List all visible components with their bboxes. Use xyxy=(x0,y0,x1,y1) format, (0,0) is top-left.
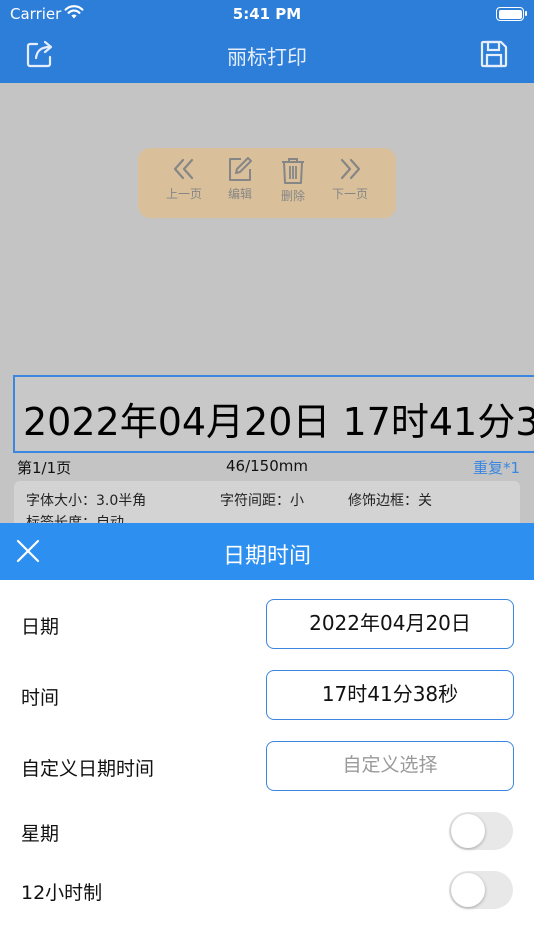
label-preview[interactable]: 2022年04月20日 17时41分38秒 xyxy=(13,375,534,453)
custom-datetime-field[interactable]: 自定义选择 xyxy=(266,741,514,791)
toggle-knob xyxy=(451,814,485,848)
status-time: 5:41 PM xyxy=(232,5,302,23)
sheet-title: 日期时间 xyxy=(222,544,311,569)
delete-label: 删除 xyxy=(280,189,305,203)
double-chevron-right-icon xyxy=(340,158,361,180)
sheet-header: 日期时间 xyxy=(0,523,534,580)
hour12-label: 12小时制 xyxy=(21,882,103,904)
page-title: 丽标打印 xyxy=(227,45,307,69)
battery-icon xyxy=(496,7,527,21)
trash-icon xyxy=(282,158,304,184)
repeat-count[interactable]: 重复*1 xyxy=(473,457,520,478)
char-spacing-prop: 字符间距：小 xyxy=(220,493,304,509)
hour12-toggle[interactable] xyxy=(449,871,513,909)
label-size: 46/150mm xyxy=(226,457,308,475)
label-canvas[interactable]: 上一页 编辑 删除 下一页 2022年04月20日 17时41分38秒 xyxy=(0,83,534,541)
page-indicator: 第1/1页 xyxy=(17,459,72,477)
edit-toolbox: 上一页 编辑 删除 下一页 xyxy=(138,148,396,218)
prev-page-button[interactable]: 上一页 xyxy=(154,156,214,212)
edit-label: 编辑 xyxy=(227,187,252,201)
status-bar: Carrier 5:41 PM xyxy=(0,0,534,28)
date-field[interactable]: 2022年04月20日 xyxy=(266,599,514,649)
next-page-label: 下一页 xyxy=(331,187,368,201)
toggle-knob xyxy=(451,873,485,907)
date-label: 日期 xyxy=(21,616,60,638)
top-bar: Carrier 5:41 PM 丽标打印 xyxy=(0,0,534,83)
border-prop: 修饰边框：关 xyxy=(348,493,432,509)
delete-button[interactable]: 删除 xyxy=(263,156,323,212)
label-text: 2022年04月20日 17时41分38秒 xyxy=(23,400,534,444)
custom-datetime-label: 自定义日期时间 xyxy=(21,758,155,780)
edit-button[interactable]: 编辑 xyxy=(210,156,270,212)
double-chevron-left-icon xyxy=(173,158,194,180)
font-size-prop: 字体大小：3.0半角 xyxy=(26,493,147,509)
next-page-button[interactable]: 下一页 xyxy=(320,156,380,212)
time-label: 时间 xyxy=(21,687,60,709)
datetime-sheet: 日期时间 日期 2022年04月20日 时间 17时41分38秒 自定义日期时间… xyxy=(0,523,534,950)
prev-page-label: 上一页 xyxy=(165,187,202,201)
weekday-label: 星期 xyxy=(21,823,60,845)
time-field[interactable]: 17时41分38秒 xyxy=(266,670,514,720)
save-icon[interactable] xyxy=(478,38,510,70)
edit-icon xyxy=(229,157,252,181)
weekday-toggle[interactable] xyxy=(449,812,513,850)
